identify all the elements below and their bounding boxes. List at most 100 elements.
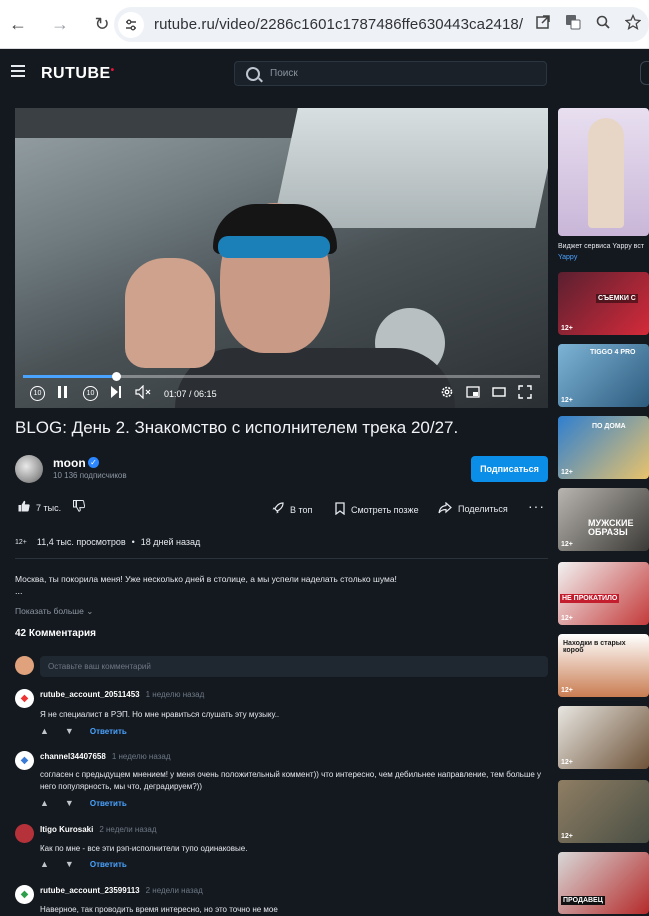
- site-info-icon[interactable]: [118, 11, 144, 38]
- share-arrow-icon: [438, 501, 452, 516]
- comment-text: Наверное, так проводить время интересно,…: [40, 905, 278, 914]
- to-top-button[interactable]: В топ: [271, 502, 312, 517]
- reload-icon: ↻: [94, 13, 110, 34]
- show-more-link[interactable]: Показать больше ⌄: [15, 606, 93, 617]
- search-bar[interactable]: [234, 61, 547, 86]
- picture-in-picture-icon[interactable]: [466, 385, 480, 402]
- reply-button[interactable]: Ответить: [90, 860, 127, 869]
- video-description: Москва, ты покорила меня! Уже несколько …: [15, 574, 397, 584]
- back-button[interactable]: ←: [4, 10, 32, 38]
- dislike-button[interactable]: [73, 500, 86, 514]
- bookmark-star-icon[interactable]: [624, 13, 642, 35]
- rutube-logo[interactable]: RUTUBE•: [41, 65, 115, 83]
- player-controls: 10 10 01:07 / 06:15: [15, 382, 548, 406]
- publish-date: 18 дней назад: [140, 537, 201, 547]
- like-button[interactable]: 7 тыс.: [18, 500, 61, 515]
- description-ellipsis: ...: [15, 586, 23, 596]
- comment-author[interactable]: channel34407658 1 неделю назад: [40, 752, 171, 761]
- search-input[interactable]: [270, 68, 402, 79]
- recommended-video[interactable]: 12+: [558, 780, 649, 843]
- chevron-down-icon: ⌄: [86, 606, 94, 616]
- channel-avatar[interactable]: [15, 455, 43, 483]
- comment-author[interactable]: Itigo Kurosaki 2 недели назад: [40, 825, 156, 834]
- mute-icon[interactable]: [135, 384, 151, 402]
- comment-time: 2 недели назад: [145, 886, 203, 895]
- commenter-avatar[interactable]: ◆: [15, 751, 34, 770]
- progress-knob[interactable]: [112, 372, 122, 381]
- menu-icon[interactable]: [11, 65, 25, 77]
- recommended-video[interactable]: Находки в старых короб 12+: [558, 634, 649, 697]
- recommended-video[interactable]: ПРОДАВЕЦ: [558, 852, 649, 914]
- video-player[interactable]: 10 10 01:07 / 06:15: [15, 108, 548, 408]
- comment-dislike-icon[interactable]: ▼: [65, 726, 74, 736]
- settings-gear-icon[interactable]: [440, 385, 454, 402]
- forward-button[interactable]: →: [46, 10, 74, 38]
- video-actions: 7 тыс. В топ Смотреть позже Поделиться ·…: [15, 498, 548, 518]
- thumbs-down-icon: [73, 500, 86, 514]
- reply-button[interactable]: Ответить: [90, 727, 127, 736]
- recommended-video[interactable]: TIGGO 4 PRO 12+: [558, 344, 649, 407]
- video-title: BLOG: День 2. Знакомство с исполнителем …: [15, 418, 459, 437]
- pause-button[interactable]: [57, 385, 69, 402]
- comment-like-icon[interactable]: ▲: [40, 798, 49, 808]
- recommended-video[interactable]: МУЖСКИЕ ОБРАЗЫ 12+: [558, 488, 649, 551]
- forward-10-button[interactable]: 10: [83, 386, 98, 401]
- progress-bar[interactable]: [23, 372, 540, 381]
- comments-title: 42 Комментария: [15, 628, 96, 639]
- fullscreen-icon[interactable]: [518, 385, 532, 402]
- forward-arrow-icon: →: [51, 13, 69, 34]
- profile-button[interactable]: [640, 61, 649, 85]
- view-count: 11,4 тыс. просмотров: [36, 537, 126, 547]
- comment-text: согласен с предыдущем мнением! у меня оч…: [40, 770, 542, 791]
- comment-text: Как по мне - все эти рэп-исполнители туп…: [40, 844, 248, 853]
- back-arrow-icon: ←: [9, 13, 27, 34]
- recommended-video[interactable]: [558, 108, 649, 236]
- commenter-avatar[interactable]: [15, 824, 34, 843]
- watch-later-button[interactable]: Смотреть позже: [335, 502, 419, 517]
- age-rating-badge: 12+: [15, 538, 27, 546]
- share-button[interactable]: Поделиться: [438, 501, 508, 516]
- like-count: 7 тыс.: [36, 502, 62, 513]
- reply-button[interactable]: Ответить: [90, 799, 127, 808]
- recommended-video[interactable]: СЪЕМКИ С 12+: [558, 272, 649, 335]
- more-options-icon[interactable]: ···: [528, 498, 545, 514]
- translate-icon[interactable]: [565, 14, 581, 35]
- comment-author[interactable]: rutube_account_20511453 1 неделю назад: [40, 690, 204, 699]
- rewind-10-button[interactable]: 10: [30, 386, 45, 401]
- comment-dislike-icon[interactable]: ▼: [65, 859, 74, 869]
- address-bar[interactable]: rutube.ru/video/2286c1601c1787486ffe6304…: [114, 7, 649, 42]
- progress-fill: [23, 375, 117, 378]
- recommended-video[interactable]: ПО ДОМА 12+: [558, 416, 649, 479]
- zoom-icon[interactable]: [595, 14, 611, 35]
- reload-button[interactable]: ↻: [88, 10, 116, 38]
- divider: [15, 558, 548, 559]
- open-external-icon[interactable]: [535, 14, 551, 35]
- subscribe-button[interactable]: Подписаться: [471, 456, 548, 482]
- url-text[interactable]: rutube.ru/video/2286c1601c1787486ffe6304…: [154, 16, 523, 33]
- site-header: RUTUBE•: [0, 49, 649, 97]
- comment-author[interactable]: rutube_account_23599113 2 недели назад: [40, 886, 203, 895]
- recommended-video[interactable]: НЕ ПРОКАТИЛО 12+: [558, 562, 649, 625]
- search-icon: [246, 66, 260, 81]
- comment-like-icon[interactable]: ▲: [40, 859, 49, 869]
- recommended-video[interactable]: 12+: [558, 706, 649, 769]
- browser-toolbar: ← → ↻ rutube.ru/video/2286c1601c1787486f…: [0, 0, 649, 49]
- comment-dislike-icon[interactable]: ▼: [65, 798, 74, 808]
- recommended-title[interactable]: Виджет сервиса Yappy вст: [558, 243, 644, 250]
- comment-text: Я не специалист в РЭП. Но мне нравиться …: [40, 710, 280, 719]
- bookmark-icon: [335, 502, 345, 517]
- video-stats: 12+ 11,4 тыс. просмотров • 18 дней назад: [15, 537, 201, 547]
- thumbs-up-icon: [18, 500, 30, 515]
- next-button[interactable]: [110, 385, 122, 402]
- theater-mode-icon[interactable]: [492, 385, 506, 402]
- commenter-avatar[interactable]: ◆: [15, 885, 34, 904]
- comment-time: 1 неделю назад: [145, 690, 205, 699]
- commenter-avatar[interactable]: ◆: [15, 689, 34, 708]
- rocket-icon: [271, 502, 284, 517]
- recommended-channel[interactable]: Yappy: [558, 254, 577, 261]
- user-avatar: [15, 656, 34, 675]
- comment-like-icon[interactable]: ▲: [40, 726, 49, 736]
- channel-name[interactable]: moon: [53, 456, 86, 470]
- comment-input[interactable]: [40, 656, 548, 677]
- comment-time: 1 неделю назад: [111, 752, 171, 761]
